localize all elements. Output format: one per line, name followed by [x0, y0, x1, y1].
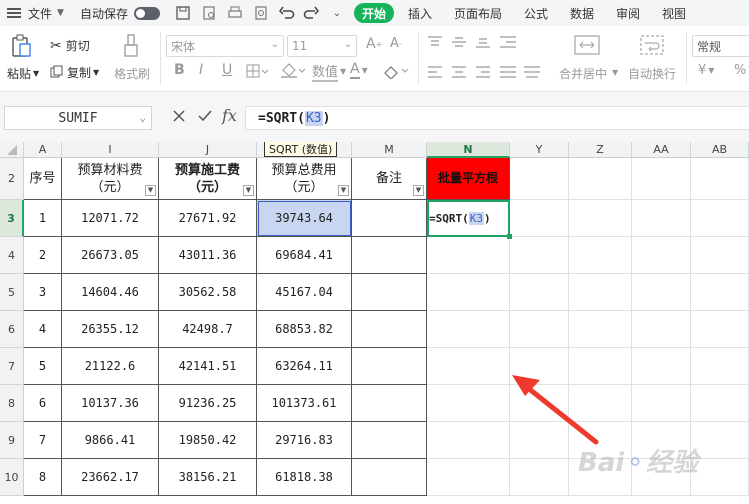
chevron-down-icon[interactable]: ▼ — [612, 68, 618, 77]
font-size-value: 11 — [292, 39, 308, 53]
chevron-down-icon: ▼ — [708, 66, 715, 75]
align-middle-icon[interactable] — [452, 36, 466, 48]
spreadsheet-grid[interactable]: A I J K M N Y Z AA AB SQRT (数值) 2序号预算材料费… — [0, 142, 749, 504]
font-name-select[interactable]: 宋体 ⌄ — [166, 35, 284, 57]
cancel-icon[interactable] — [172, 109, 186, 126]
ribbon-divider — [686, 32, 687, 84]
phonetic-icon[interactable]: 数值 ▼ — [312, 61, 346, 82]
tab-start[interactable]: 开始 — [353, 3, 394, 23]
font-color-icon[interactable]: A ▼ — [350, 61, 368, 79]
indent-icon[interactable] — [500, 36, 516, 48]
justify-icon[interactable] — [500, 66, 516, 78]
cut-button[interactable]: ✂ 剪切 — [50, 37, 90, 54]
tab-formulas[interactable]: 公式 — [524, 0, 548, 26]
insert-function-icon[interactable]: fx — [222, 106, 237, 125]
wrap-icon[interactable] — [640, 34, 664, 56]
chevron-down-icon: ▼ — [93, 68, 100, 77]
file-menu-label: 文件 — [28, 6, 53, 21]
chevron-down-icon: ▼ — [33, 69, 40, 78]
font-size-select[interactable]: 11 ⌄ — [287, 35, 357, 57]
chevron-down-icon: ⌄ — [270, 39, 279, 50]
paste-label: 粘贴 — [7, 67, 32, 81]
formula-prefix: =SQRT( — [258, 110, 305, 126]
distributed-icon[interactable] — [524, 66, 540, 78]
arrow-shaft — [525, 385, 599, 445]
underline-icon[interactable]: U — [222, 62, 232, 78]
save-icon[interactable] — [174, 0, 192, 26]
percent-button[interactable]: % — [734, 63, 746, 78]
ribbon: 粘贴 ▼ ✂ 剪切 复制 ▼ 格式刷 宋体 ⌄ 11 ⌄ A + A- B I U… — [0, 26, 749, 92]
redo-icon[interactable] — [302, 0, 320, 26]
tab-page-layout[interactable]: 页面布局 — [454, 0, 502, 26]
align-left-icon[interactable] — [428, 66, 442, 78]
autosave-toggle[interactable] — [133, 0, 160, 26]
currency-icon: ¥ — [698, 63, 707, 78]
menu-icon[interactable] — [6, 0, 22, 26]
align-top-icon[interactable] — [428, 36, 442, 48]
more-chevron-icon[interactable]: ⌄ — [330, 0, 344, 26]
file-menu[interactable]: 文件 ▼ — [28, 0, 64, 26]
increase-font-icon[interactable]: A + — [366, 36, 382, 52]
chevron-down-icon: ⌄ — [343, 39, 352, 50]
merge-icon[interactable] — [574, 34, 600, 56]
format-painter-button[interactable]: 格式刷 — [114, 65, 150, 82]
tab-review[interactable]: 审阅 — [616, 0, 640, 26]
align-center-icon[interactable] — [452, 66, 466, 78]
print-icon[interactable] — [226, 0, 244, 26]
copy-label: 复制 — [67, 66, 92, 80]
eraser-icon[interactable] — [382, 63, 410, 79]
merge-center-button[interactable]: 合并居中 — [559, 65, 607, 82]
name-box[interactable]: SUMIF ⌄ — [4, 106, 152, 130]
paste-icon[interactable] — [10, 34, 32, 58]
font-name-value: 宋体 — [171, 39, 196, 54]
formula-suffix: ) — [322, 110, 331, 126]
scissors-icon: ✂ — [50, 37, 62, 54]
wrap-text-button[interactable]: 自动换行 — [628, 65, 676, 82]
number-format-value: 常规 — [697, 39, 722, 54]
chevron-down-icon: ▼ — [57, 8, 64, 18]
ribbon-divider — [418, 32, 419, 84]
annotation-arrow — [512, 375, 599, 445]
brush-icon[interactable] — [122, 34, 140, 58]
tab-data[interactable]: 数据 — [570, 0, 594, 26]
tab-view[interactable]: 视图 — [662, 0, 686, 26]
paste-button[interactable]: 粘贴 ▼ — [7, 65, 39, 82]
chevron-down-icon: ⌄ — [139, 111, 146, 124]
formula-bar: SUMIF ⌄ fx =SQRT(K3) — [0, 92, 749, 142]
bold-icon[interactable]: B — [174, 62, 185, 78]
formula-ref: K3 — [304, 110, 323, 126]
find-icon[interactable] — [252, 0, 270, 26]
print-preview-icon[interactable] — [200, 0, 218, 26]
ribbon-divider — [160, 32, 161, 84]
fill-color-icon[interactable] — [280, 63, 306, 79]
formula-input[interactable]: =SQRT(K3) — [245, 106, 749, 130]
undo-icon[interactable] — [278, 0, 296, 26]
cut-label: 剪切 — [65, 39, 90, 53]
copy-button[interactable]: 复制 ▼ — [50, 64, 99, 81]
currency-button[interactable]: ¥ ▼ — [698, 63, 714, 78]
name-box-value: SUMIF — [58, 110, 98, 126]
copy-icon — [50, 65, 63, 81]
border-icon[interactable] — [246, 64, 268, 78]
italic-icon[interactable]: I — [199, 62, 203, 78]
menu-bar: 文件 ▼ 自动保存 ⌄ 开始 插入 页面布局 公式 数据 审阅 视图 — [0, 0, 749, 26]
number-format-select[interactable]: 常规 — [692, 35, 749, 57]
tab-insert[interactable]: 插入 — [408, 0, 432, 26]
align-right-icon[interactable] — [476, 66, 490, 78]
decrease-font-icon[interactable]: A- — [390, 36, 402, 51]
autosave-label: 自动保存 — [79, 6, 128, 21]
align-bottom-icon[interactable] — [476, 36, 490, 48]
confirm-icon[interactable] — [198, 109, 212, 126]
